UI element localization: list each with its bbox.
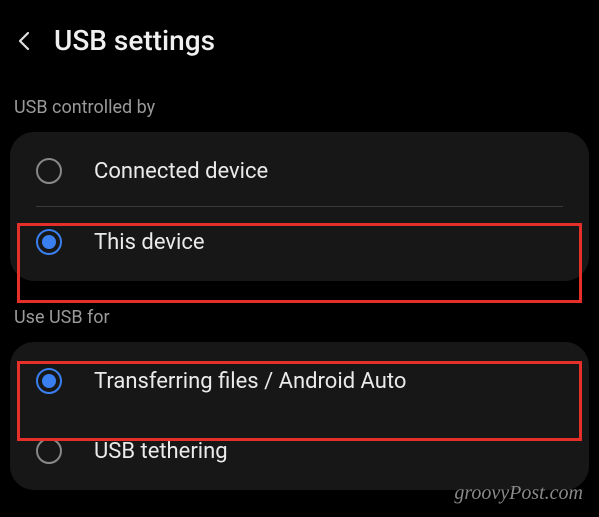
watermark: groovyPost.com xyxy=(454,482,583,505)
section-label-use-for: Use USB for xyxy=(0,297,599,342)
chevron-left-icon xyxy=(14,30,36,52)
option-transferring-files[interactable]: Transferring files / Android Auto xyxy=(10,346,589,416)
radio-icon xyxy=(36,158,62,184)
radio-icon xyxy=(36,438,62,464)
page-title: USB settings xyxy=(54,24,215,57)
use-for-card: Transferring files / Android Auto USB te… xyxy=(10,342,589,490)
header: USB settings xyxy=(0,0,599,87)
option-label: This device xyxy=(94,230,205,255)
option-label: Connected device xyxy=(94,159,268,184)
section-label-controlled-by: USB controlled by xyxy=(0,87,599,132)
back-button[interactable] xyxy=(14,30,36,52)
option-label: Transferring files / Android Auto xyxy=(94,369,406,394)
option-this-device[interactable]: This device xyxy=(10,207,589,277)
radio-icon xyxy=(36,368,62,394)
option-usb-tethering[interactable]: USB tethering xyxy=(10,416,589,486)
controlled-by-card: Connected device This device xyxy=(10,132,589,281)
radio-icon xyxy=(36,229,62,255)
option-label: USB tethering xyxy=(94,439,228,464)
option-connected-device[interactable]: Connected device xyxy=(10,136,589,206)
